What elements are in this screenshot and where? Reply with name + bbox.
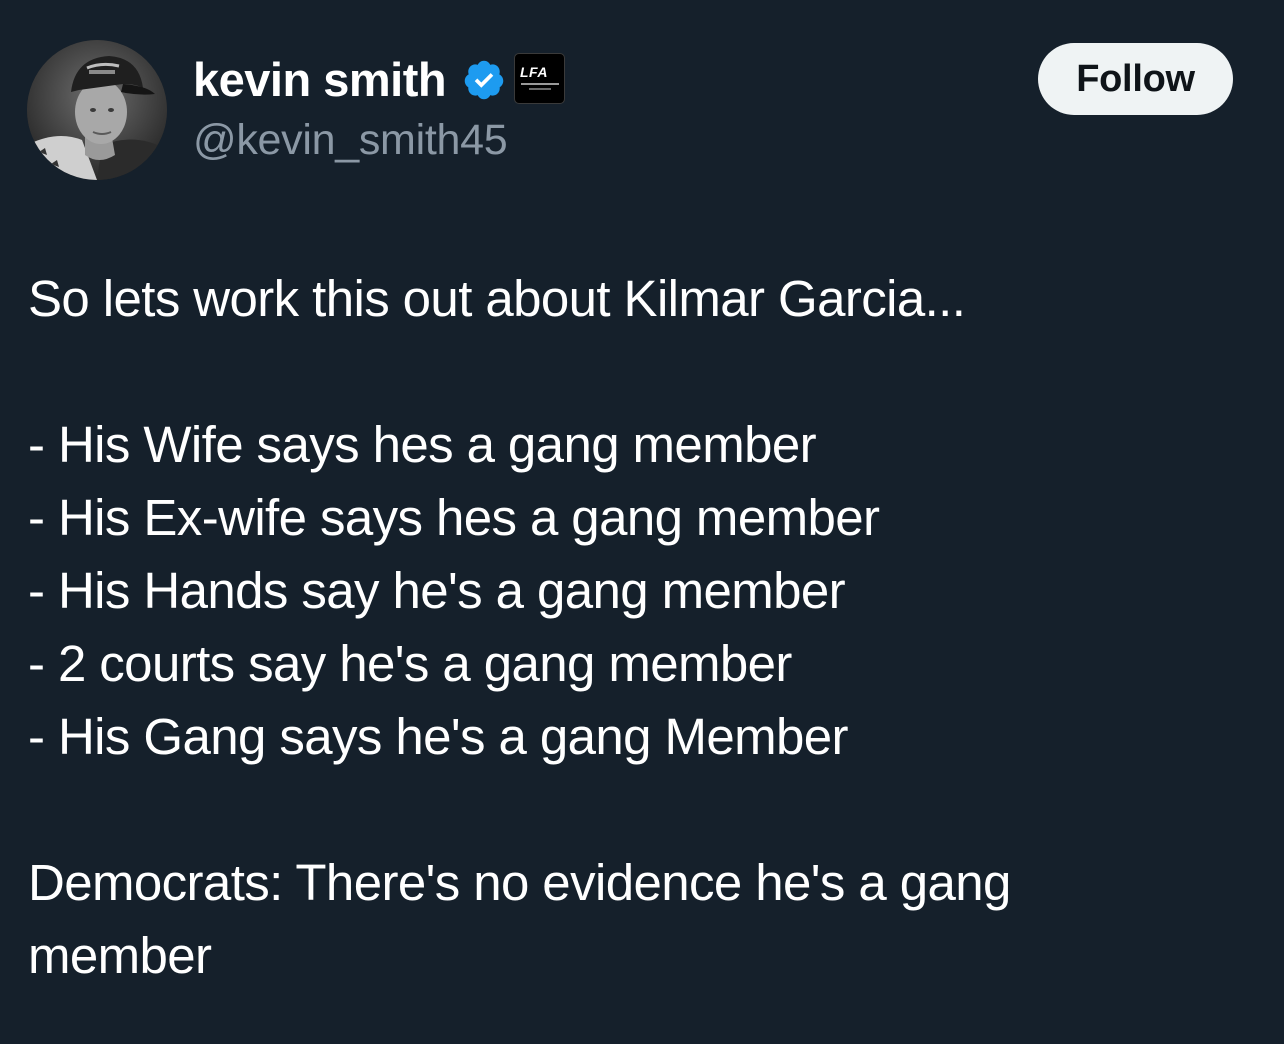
affiliate-badge-line <box>521 83 559 85</box>
list-item: - His Hands say he's a gang member <box>28 562 846 619</box>
tweet-text: So lets work this out about Kilmar Garci… <box>28 262 1258 992</box>
affiliate-badge-label: LFA <box>520 64 548 80</box>
display-name[interactable]: kevin smith <box>193 52 447 108</box>
list-item: - His Ex-wife says hes a gang member <box>28 489 880 546</box>
user-handle[interactable]: @kevin_smith45 <box>193 114 508 166</box>
affiliate-badge-line-2 <box>529 88 551 90</box>
list-item: - His Gang says he's a gang Member <box>28 708 848 765</box>
lfa-affiliate-logo-icon[interactable]: LFA <box>514 53 565 104</box>
avatar[interactable] <box>27 40 167 180</box>
verified-check-icon <box>462 58 506 102</box>
list-item: - 2 courts say he's a gang member <box>28 635 792 692</box>
tweet-card: kevin smith LFA @kevin_smith45 Follow So… <box>0 0 1284 1044</box>
tweet-conclusion-line-1: Democrats: There's no evidence he's a ga… <box>28 854 1011 911</box>
profile-photo-icon <box>27 40 167 180</box>
list-item: - His Wife says hes a gang member <box>28 416 817 473</box>
tweet-intro: So lets work this out about Kilmar Garci… <box>28 270 966 327</box>
follow-button[interactable]: Follow <box>1038 43 1233 115</box>
tweet-conclusion-line-2: member <box>28 927 212 984</box>
